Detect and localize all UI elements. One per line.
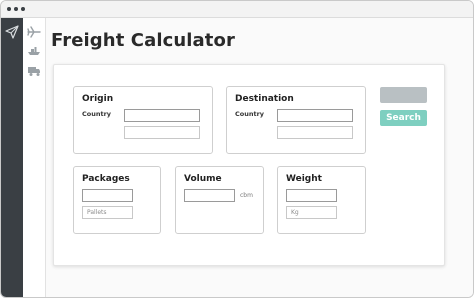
truck-icon[interactable] — [27, 65, 41, 77]
volume-unit: cbm — [240, 192, 253, 199]
weight-unit-placeholder: Kg — [291, 209, 299, 216]
destination-secondary-input[interactable] — [277, 126, 353, 139]
secondary-action-button[interactable] — [380, 87, 427, 103]
packages-title: Packages — [82, 174, 130, 184]
transport-mode-sidebar — [23, 18, 46, 297]
window-control-dot[interactable] — [14, 7, 18, 11]
airplane-icon[interactable] — [27, 26, 41, 38]
window-control-dot[interactable] — [21, 7, 25, 11]
primary-sidebar — [1, 18, 23, 297]
title-bar — [1, 1, 473, 18]
origin-secondary-input[interactable] — [124, 126, 200, 139]
origin-card: Origin Country — [73, 86, 213, 154]
weight-card: Weight Kg — [277, 166, 366, 234]
destination-card: Destination Country — [226, 86, 366, 154]
origin-country-label: Country — [82, 110, 112, 118]
weight-input[interactable] — [286, 189, 337, 202]
packages-card: Packages Pallets — [73, 166, 161, 234]
origin-title: Origin — [82, 94, 114, 104]
packages-count-input[interactable] — [82, 189, 133, 202]
weight-unit-input[interactable]: Kg — [286, 206, 337, 219]
packages-type-input[interactable]: Pallets — [82, 206, 133, 219]
volume-card: Volume cbm — [175, 166, 264, 234]
window-control-dot[interactable] — [7, 7, 11, 11]
destination-title: Destination — [235, 94, 294, 104]
volume-input[interactable] — [184, 189, 235, 202]
destination-country-label: Country — [235, 110, 265, 118]
packages-type-placeholder: Pallets — [87, 209, 107, 216]
destination-country-input[interactable] — [277, 109, 353, 122]
page-title: Freight Calculator — [51, 30, 235, 51]
ship-icon[interactable] — [27, 45, 41, 57]
app-window: Freight Calculator Origin Country Destin… — [0, 0, 474, 298]
volume-title: Volume — [184, 174, 222, 184]
search-button[interactable]: Search — [380, 110, 427, 126]
origin-country-input[interactable] — [124, 109, 200, 122]
weight-title: Weight — [286, 174, 322, 184]
paper-plane-icon[interactable] — [4, 24, 20, 40]
